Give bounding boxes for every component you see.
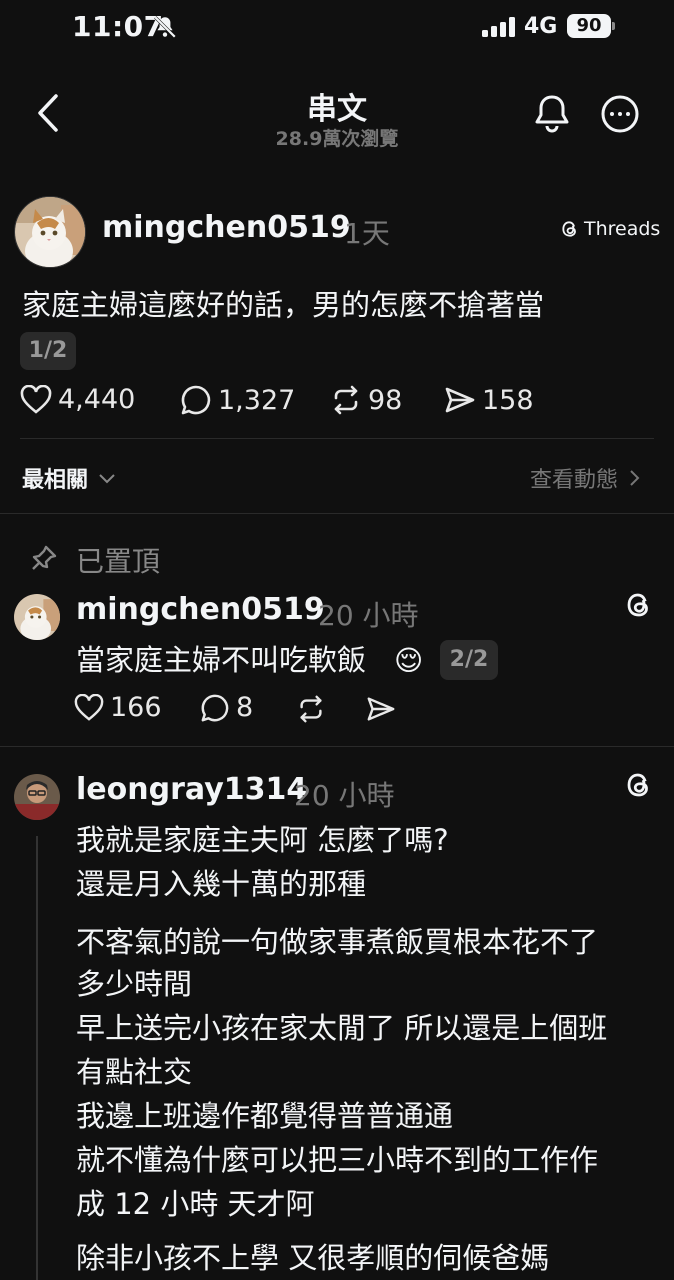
comment-icon (201, 694, 229, 721)
avatar[interactable] (14, 594, 60, 640)
chevron-right-icon (630, 470, 640, 486)
pin-icon (30, 544, 58, 572)
share-icon (367, 697, 395, 721)
reply-username[interactable]: leongray1314 (76, 772, 307, 807)
reply-line: 成 12 小時 天才阿 (76, 1187, 315, 1221)
sort-label: 最相關 (22, 468, 89, 493)
post-time: 1天 (344, 217, 390, 250)
chevron-down-icon (99, 474, 115, 484)
reply-line: 早上送完小孩在家太閒了 所以還是上個班 (76, 1011, 608, 1045)
like-count: 4,440 (58, 384, 136, 415)
share-count: 158 (482, 384, 534, 416)
pinned-time: 20 小時 (318, 599, 419, 632)
bell-icon[interactable] (532, 92, 572, 134)
thread-line (36, 836, 38, 1280)
view-count: 28.9萬次瀏覽 (275, 128, 399, 150)
relieved-emoji: 😌 (394, 644, 424, 677)
page-badge: 1/2 (20, 332, 76, 370)
heart-icon (20, 384, 52, 414)
page-badge: 2/2 (440, 640, 498, 680)
reply-line: 我就是家庭主夫阿 怎麼了嗎? (76, 823, 449, 857)
network-type: 4G (524, 14, 558, 39)
section-divider (0, 746, 674, 747)
like-count: 166 (110, 692, 162, 723)
comment-button[interactable]: 1,327 (180, 384, 295, 416)
post-username[interactable]: mingchen0519 (102, 210, 351, 245)
silent-mode-icon (152, 14, 178, 40)
more-icon[interactable] (600, 94, 640, 134)
repost-count: 98 (368, 384, 403, 416)
like-button[interactable]: 4,440 (20, 384, 135, 415)
comment-button[interactable]: 8 (200, 692, 253, 723)
comment-count: 8 (236, 692, 254, 723)
status-time: 11:07 (72, 10, 164, 43)
reply-line: 還是月入幾十萬的那種 (76, 867, 367, 901)
repost-button[interactable] (296, 694, 326, 724)
post-text: 家庭主婦這麼好的話，男的怎麼不搶著當 (22, 288, 545, 322)
view-activity-label: 查看動態 (530, 468, 619, 493)
section-divider (0, 513, 674, 514)
threads-badge[interactable]: Threads (560, 218, 660, 240)
share-icon (445, 387, 475, 413)
threads-label: Threads (584, 218, 661, 240)
threads-icon (562, 221, 576, 237)
repost-icon (300, 695, 322, 723)
battery-icon: 90 (567, 14, 611, 38)
pinned-text: 當家庭主婦不叫吃軟飯 (76, 643, 367, 677)
heart-icon (74, 693, 104, 721)
signal-icon (482, 17, 518, 37)
reply-line: 有點社交 (76, 1055, 193, 1089)
avatar[interactable] (14, 774, 60, 820)
share-button[interactable] (366, 694, 396, 724)
reply-line: 除非小孩不上學 又很孝順的伺候爸媽 (76, 1241, 550, 1275)
battery-tip (612, 22, 615, 30)
share-button[interactable]: 158 (444, 384, 534, 416)
repost-icon (334, 385, 358, 415)
pinned-username[interactable]: mingchen0519 (76, 592, 325, 627)
comment-icon (181, 385, 211, 415)
reply-time: 20 小時 (294, 779, 395, 812)
reply-line: 多少時間 (76, 967, 193, 1001)
page-title: 串文 (307, 92, 367, 127)
divider (20, 438, 654, 439)
avatar[interactable] (14, 196, 86, 268)
reply-line: 就不懂為什麼可以把三小時不到的工作作 (76, 1143, 599, 1177)
view-activity-link[interactable]: 查看動態 (530, 462, 640, 494)
pinned-label: 已置頂 (76, 545, 161, 578)
comment-count: 1,327 (218, 384, 296, 416)
threads-icon[interactable] (624, 590, 654, 620)
threads-icon[interactable] (624, 770, 654, 800)
like-button[interactable]: 166 (74, 692, 162, 723)
reply-line: 我邊上班邊作都覺得普普通通 (76, 1099, 454, 1133)
reply-line: 不客氣的說一句做家事煮飯買根本花不了 (76, 925, 599, 959)
repost-button[interactable]: 98 (330, 384, 402, 416)
sort-dropdown[interactable]: 最相關 (22, 462, 116, 494)
